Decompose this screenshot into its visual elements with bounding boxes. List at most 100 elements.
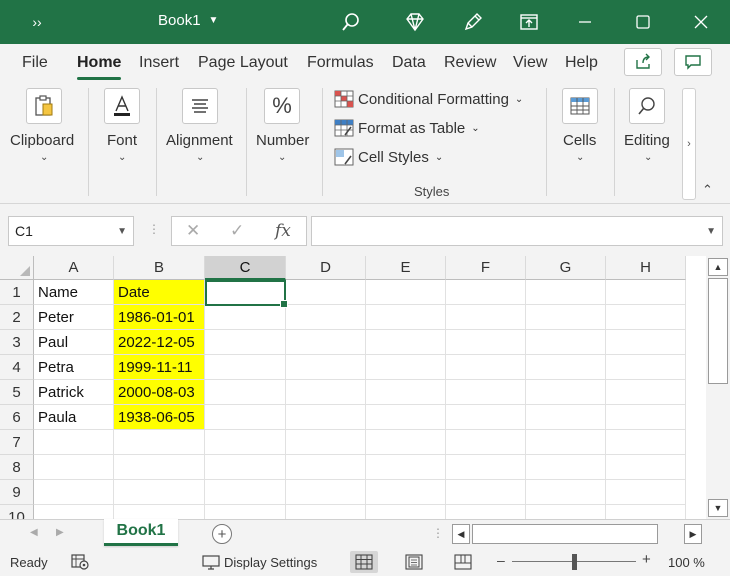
cell-f3[interactable] — [446, 330, 526, 355]
cell-f4[interactable] — [446, 355, 526, 380]
diamond-icon[interactable] — [400, 0, 430, 44]
tab-page-layout[interactable]: Page Layout — [198, 54, 288, 72]
cell-b1[interactable]: Date — [114, 280, 205, 305]
add-sheet-icon[interactable]: + — [212, 524, 232, 544]
cell-d9[interactable] — [286, 480, 366, 505]
cell-h1[interactable] — [606, 280, 686, 305]
row-header-10[interactable]: 10 — [0, 505, 34, 519]
cell-b3[interactable]: 2022-12-05 — [114, 330, 205, 355]
cell-f5[interactable] — [446, 380, 526, 405]
cell-g8[interactable] — [526, 455, 606, 480]
document-title[interactable]: Book1 ▼ — [158, 12, 218, 29]
cell-a8[interactable] — [34, 455, 114, 480]
page-layout-view-button[interactable] — [400, 551, 428, 573]
horizontal-scroll-thumb[interactable] — [472, 524, 658, 544]
font-group[interactable]: Font ⌄ — [96, 82, 150, 204]
cell-f8[interactable] — [446, 455, 526, 480]
close-icon[interactable] — [686, 0, 716, 44]
cell-b2[interactable]: 1986-01-01 — [114, 305, 205, 330]
cell-d1[interactable] — [286, 280, 366, 305]
cell-b6[interactable]: 1938-06-05 — [114, 405, 205, 430]
row-header-1[interactable]: 1 — [0, 280, 34, 305]
cell-d4[interactable] — [286, 355, 366, 380]
row-header-7[interactable]: 7 — [0, 430, 34, 455]
cell-f6[interactable] — [446, 405, 526, 430]
comments-button[interactable] — [674, 48, 712, 76]
cell-c3[interactable] — [205, 330, 286, 355]
conditional-formatting-button[interactable]: Conditional Formatting ⌄ — [334, 88, 523, 110]
cell-e9[interactable] — [366, 480, 446, 505]
cell-g10[interactable] — [526, 505, 606, 519]
tab-data[interactable]: Data — [392, 54, 426, 72]
column-header-e[interactable]: E — [366, 256, 446, 280]
cell-b10[interactable] — [114, 505, 205, 519]
cell-h9[interactable] — [606, 480, 686, 505]
cell-d8[interactable] — [286, 455, 366, 480]
row-header-4[interactable]: 4 — [0, 355, 34, 380]
cell-c10[interactable] — [205, 505, 286, 519]
formula-input[interactable]: ▼ — [311, 216, 723, 246]
cell-d10[interactable] — [286, 505, 366, 519]
cancel-icon[interactable]: ✕ — [186, 221, 200, 241]
chevron-right-icon[interactable]: › — [682, 88, 696, 200]
clipboard-group[interactable]: Clipboard ⌄ — [0, 82, 88, 204]
name-box[interactable]: C1 ▼ — [8, 216, 134, 246]
cell-c7[interactable] — [205, 430, 286, 455]
cell-c6[interactable] — [205, 405, 286, 430]
column-header-g[interactable]: G — [526, 256, 606, 280]
cell-c2[interactable] — [205, 305, 286, 330]
ribbon-display-icon[interactable] — [514, 0, 544, 44]
horizontal-scrollbar[interactable]: ◀ ▶ — [452, 524, 704, 544]
cell-b7[interactable] — [114, 430, 205, 455]
scroll-right-icon[interactable]: ▶ — [684, 524, 702, 544]
select-all-button[interactable] — [0, 256, 34, 280]
cell-b5[interactable]: 2000-08-03 — [114, 380, 205, 405]
cell-f10[interactable] — [446, 505, 526, 519]
cell-c5[interactable] — [205, 380, 286, 405]
scroll-sheets-left-icon[interactable]: ◀ — [30, 527, 38, 538]
cell-e3[interactable] — [366, 330, 446, 355]
cell-d3[interactable] — [286, 330, 366, 355]
tab-review[interactable]: Review — [444, 54, 496, 72]
column-header-a[interactable]: A — [34, 256, 114, 280]
cell-h4[interactable] — [606, 355, 686, 380]
cell-d7[interactable] — [286, 430, 366, 455]
more-commands-icon[interactable]: ›› — [22, 0, 52, 44]
tab-home[interactable]: Home — [77, 54, 122, 80]
search-icon[interactable] — [336, 0, 366, 44]
cell-a9[interactable] — [34, 480, 114, 505]
cell-g7[interactable] — [526, 430, 606, 455]
cell-c9[interactable] — [205, 480, 286, 505]
cell-f1[interactable] — [446, 280, 526, 305]
cells-group[interactable]: Cells ⌄ — [554, 82, 606, 204]
cell-g9[interactable] — [526, 480, 606, 505]
cell-d2[interactable] — [286, 305, 366, 330]
row-header-6[interactable]: 6 — [0, 405, 34, 430]
cell-g3[interactable] — [526, 330, 606, 355]
cell-f7[interactable] — [446, 430, 526, 455]
cell-e5[interactable] — [366, 380, 446, 405]
cell-b9[interactable] — [114, 480, 205, 505]
row-header-5[interactable]: 5 — [0, 380, 34, 405]
scroll-down-icon[interactable]: ▼ — [708, 499, 728, 517]
active-cell-indicator[interactable] — [205, 280, 288, 308]
format-as-table-button[interactable]: Format as Table ⌄ — [334, 117, 480, 139]
spreadsheet-grid[interactable]: A B C D E F G H 1 Name Date 2 Peter 1986-01-01 3 Paul 20… — [0, 256, 706, 519]
cell-e6[interactable] — [366, 405, 446, 430]
cell-d6[interactable] — [286, 405, 366, 430]
display-settings-button[interactable]: Display Settings — [202, 554, 317, 570]
cell-h8[interactable] — [606, 455, 686, 480]
splitter-handle[interactable]: ⋮ — [148, 222, 160, 236]
cell-g2[interactable] — [526, 305, 606, 330]
column-header-h[interactable]: H — [606, 256, 686, 280]
maximize-icon[interactable] — [628, 0, 658, 44]
cell-e8[interactable] — [366, 455, 446, 480]
cell-e2[interactable] — [366, 305, 446, 330]
cell-e7[interactable] — [366, 430, 446, 455]
cell-a4[interactable]: Petra — [34, 355, 114, 380]
cell-e1[interactable] — [366, 280, 446, 305]
cell-g6[interactable] — [526, 405, 606, 430]
cell-a6[interactable]: Paula — [34, 405, 114, 430]
column-header-b[interactable]: B — [114, 256, 205, 280]
tab-view[interactable]: View — [513, 54, 547, 72]
